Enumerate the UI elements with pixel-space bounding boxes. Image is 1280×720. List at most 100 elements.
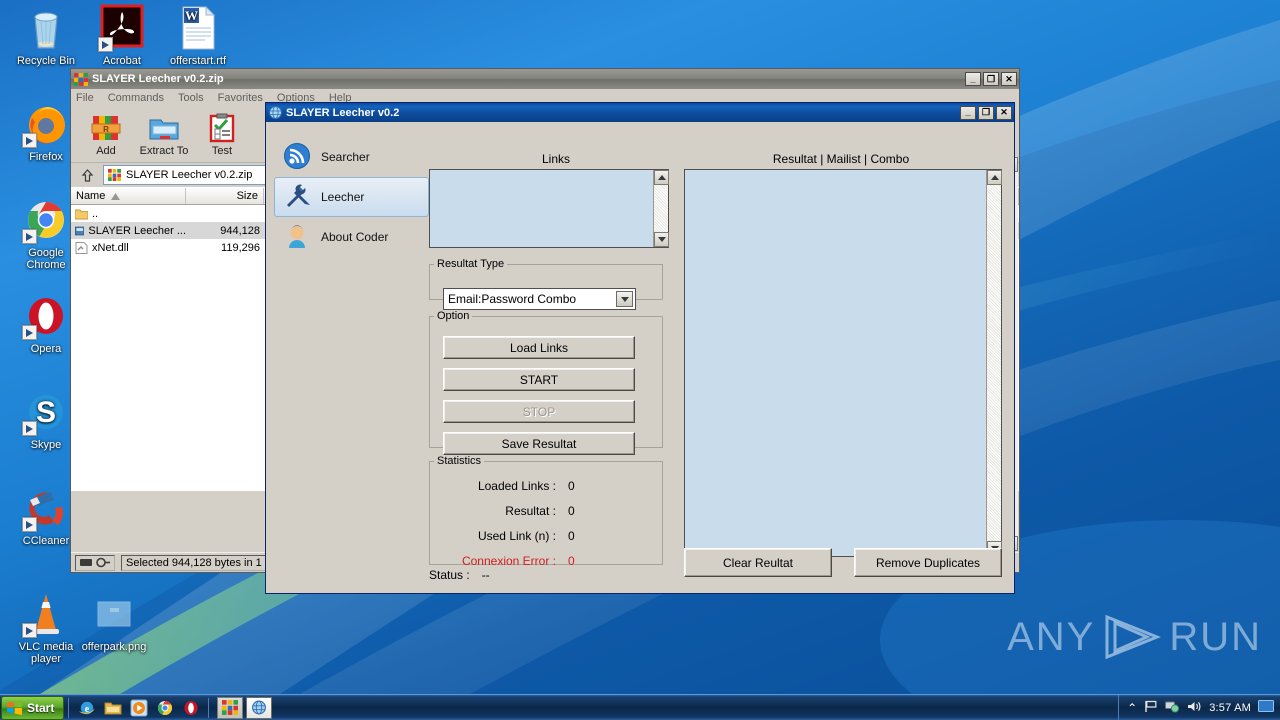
stat-used-link: Used Link (n) : 0 xyxy=(434,529,660,543)
close-button[interactable]: ✕ xyxy=(1001,72,1017,86)
quicklaunch-internet-explorer[interactable]: e xyxy=(75,697,99,719)
links-scrollbar[interactable] xyxy=(653,170,669,247)
sidebar-item-searcher[interactable]: Searcher xyxy=(274,137,429,177)
maximize-button[interactable]: ❐ xyxy=(983,72,999,86)
desktop-icon-label: offerpark.png xyxy=(81,641,147,653)
slayer-leecher-window[interactable]: SLAYER Leecher v0.2 _ ❐ ✕ Searcher Leech… xyxy=(265,102,1015,594)
taskbar-button-slayer-leecher[interactable] xyxy=(246,696,273,719)
winrar-icon xyxy=(222,700,239,715)
chevron-down-icon[interactable] xyxy=(616,291,633,307)
file-name-text: .. xyxy=(92,207,99,220)
result-scroll-up-button[interactable] xyxy=(987,170,1002,185)
word-document-icon: W xyxy=(174,4,222,52)
quicklaunch-media-player[interactable] xyxy=(127,697,151,719)
status-line: Status : -- xyxy=(429,568,490,582)
watermark-text-right: RUN xyxy=(1169,614,1262,659)
taskbar[interactable]: Start e ⌃ 3:57 AM xyxy=(0,694,1280,720)
quicklaunch-opera[interactable] xyxy=(179,697,203,719)
taskbar-button-winrar[interactable] xyxy=(217,696,244,719)
leecher-title: SLAYER Leecher v0.2 xyxy=(286,106,400,119)
slayer-icon xyxy=(252,700,267,715)
desktop-icon-recycle-bin[interactable]: Recycle Bin xyxy=(8,4,84,67)
leecher-window-controls[interactable]: _ ❐ ✕ xyxy=(960,105,1012,120)
toolbar-extract-to-button[interactable]: Extract To xyxy=(135,111,193,157)
opera-icon xyxy=(184,700,198,715)
save-resultat-button[interactable]: Save Resultat xyxy=(443,432,635,455)
network-icon[interactable] xyxy=(1165,700,1180,716)
result-textarea[interactable] xyxy=(684,169,1002,557)
stat-label: Loaded Links : xyxy=(477,479,556,493)
remove-duplicates-button[interactable]: Remove Duplicates xyxy=(854,548,1002,577)
clipboard-check-icon xyxy=(193,111,251,145)
winrar-titlebar[interactable]: SLAYER Leecher v0.2.zip _ ❐ ✕ xyxy=(71,69,1019,89)
stop-button: STOP xyxy=(443,400,635,423)
archive-path-text: SLAYER Leecher v0.2.zip xyxy=(126,169,253,181)
anyrun-watermark: ANY RUN xyxy=(1007,614,1262,660)
start-button[interactable]: START xyxy=(443,368,635,391)
close-button[interactable]: ✕ xyxy=(996,105,1012,120)
windows-logo-icon xyxy=(7,700,22,715)
load-links-button[interactable]: Load Links xyxy=(443,336,635,359)
toolbar-test-button[interactable]: Test xyxy=(193,111,251,157)
show-desktop-button[interactable] xyxy=(1258,700,1274,716)
resultat-type-value: Email:Password Combo xyxy=(448,292,577,306)
taskbar-clock[interactable]: 3:57 AM xyxy=(1209,702,1251,714)
links-textarea[interactable] xyxy=(429,169,669,248)
sidebar-item-label: About Coder xyxy=(321,230,389,244)
leecher-titlebar[interactable]: SLAYER Leecher v0.2 _ ❐ ✕ xyxy=(266,103,1014,122)
stat-value: 0 xyxy=(568,504,575,518)
desktop-icon-offerpark-png[interactable]: offerpark.png xyxy=(76,590,152,653)
statistics-group-label: Statistics xyxy=(437,455,482,467)
vlc-cone-icon xyxy=(22,590,70,638)
maximize-button[interactable]: ❐ xyxy=(978,105,994,120)
firefox-icon xyxy=(22,100,70,148)
menu-commands[interactable]: Commands xyxy=(108,92,164,104)
menu-file[interactable]: File xyxy=(76,92,94,104)
user-avatar-icon xyxy=(283,222,311,253)
anyrun-play-icon xyxy=(1105,614,1162,660)
save-resultat-label: Save Resultat xyxy=(501,436,577,451)
resultat-type-combobox[interactable]: Email:Password Combo xyxy=(443,288,636,310)
file-name-text: xNet.dll xyxy=(92,241,129,254)
quicklaunch-explorer[interactable] xyxy=(101,697,125,719)
dll-icon xyxy=(75,241,88,254)
stop-label: STOP xyxy=(522,404,556,419)
system-tray[interactable]: ⌃ 3:57 AM xyxy=(1118,695,1280,720)
column-header-name[interactable]: Name xyxy=(71,188,186,204)
quicklaunch-chrome[interactable] xyxy=(153,697,177,719)
action-center-flag-icon[interactable] xyxy=(1144,700,1158,716)
opera-icon xyxy=(22,292,70,340)
start-label: Start xyxy=(27,700,55,715)
shortcut-overlay-icon xyxy=(22,517,37,532)
links-scroll-up-button[interactable] xyxy=(654,170,669,185)
resultat-type-group-label: Resultat Type xyxy=(437,258,505,270)
leecher-sidebar[interactable]: Searcher Leecher About Coder xyxy=(274,137,429,257)
toolbar-add-button[interactable]: R Add xyxy=(77,111,135,157)
desktop-icon-acrobat[interactable]: Acrobat xyxy=(84,4,160,67)
watermark-text-left: ANY xyxy=(1007,614,1096,659)
links-scroll-down-button[interactable] xyxy=(654,232,669,247)
column-header-size[interactable]: Size xyxy=(186,188,264,204)
stat-label: Resultat : xyxy=(505,504,556,518)
desktop-icon-vlc-media-player[interactable]: VLC media player xyxy=(8,590,84,665)
start-button[interactable]: Start xyxy=(1,695,65,720)
clear-reultat-button[interactable]: Clear Reultat xyxy=(684,548,832,577)
volume-icon[interactable] xyxy=(1187,700,1202,716)
archive-add-icon: R xyxy=(77,111,135,145)
sidebar-item-leecher[interactable]: Leecher xyxy=(274,177,429,217)
sidebar-item-about-coder[interactable]: About Coder xyxy=(274,217,429,257)
toolbar-add-label: Add xyxy=(96,145,116,157)
desktop-icon-offerstart-rtf[interactable]: W offerstart.rtf xyxy=(160,4,236,67)
result-scrollbar[interactable] xyxy=(986,170,1002,556)
up-one-level-button[interactable] xyxy=(75,165,99,185)
column-name-label: Name xyxy=(76,190,106,202)
menu-tools[interactable]: Tools xyxy=(178,92,204,104)
chrome-icon xyxy=(22,196,70,244)
start-label: START xyxy=(519,372,559,387)
winrar-window-controls[interactable]: _ ❐ ✕ xyxy=(965,72,1017,86)
show-hidden-icons-button[interactable]: ⌃ xyxy=(1127,701,1137,715)
stat-label: Connexion Error : xyxy=(461,554,556,568)
minimize-button[interactable]: _ xyxy=(965,72,981,86)
minimize-button[interactable]: _ xyxy=(960,105,976,120)
menu-favorites[interactable]: Favorites xyxy=(218,92,263,104)
